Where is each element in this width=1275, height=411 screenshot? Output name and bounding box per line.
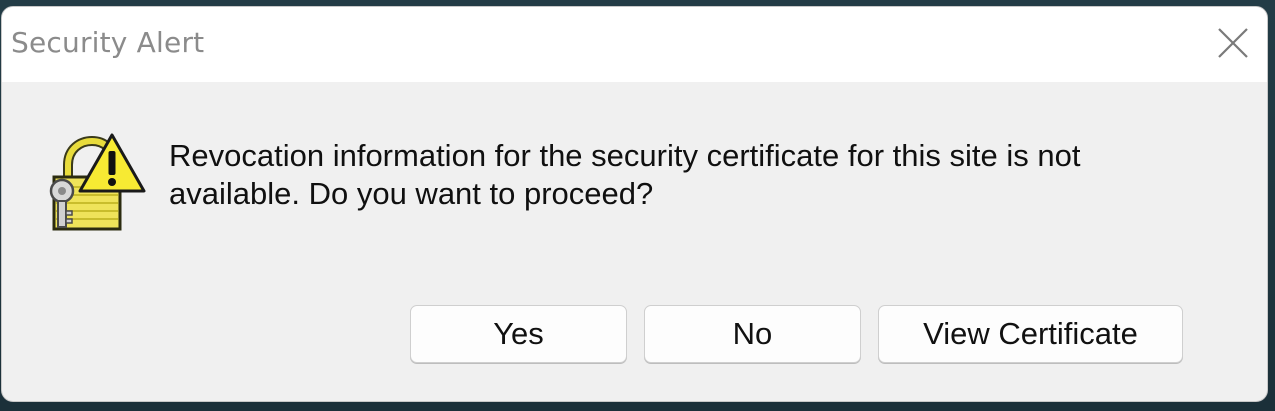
yes-button[interactable]: Yes (410, 305, 627, 363)
alert-message: Revocation information for the security … (169, 137, 1129, 213)
dialog-title: Security Alert (11, 26, 205, 59)
close-button[interactable] (1209, 19, 1257, 67)
close-icon (1218, 28, 1248, 58)
no-button[interactable]: No (644, 305, 861, 363)
padlock-warning-icon (49, 133, 146, 231)
message-line-2: available. Do you want to proceed? (169, 176, 654, 211)
security-alert-dialog: Security Alert Revocation information fo (1, 6, 1268, 402)
message-line-1: Revocation information for the security … (169, 138, 1081, 173)
title-bar[interactable]: Security Alert (2, 7, 1267, 82)
view-certificate-button[interactable]: View Certificate (878, 305, 1183, 363)
